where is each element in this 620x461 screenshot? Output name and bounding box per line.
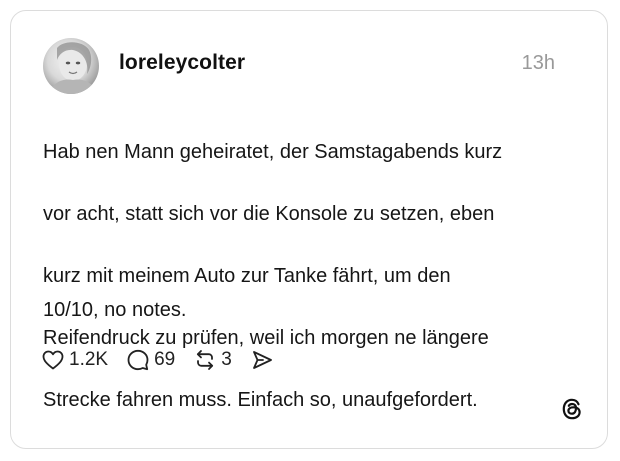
post-signoff: 10/10, no notes. [43,299,187,321]
post-text-line: Strecke fahren muss. Einfach so, unaufge… [43,389,478,411]
avatar-photo-icon [49,42,97,94]
repost-arrows-icon [197,350,214,370]
heart-icon [42,350,64,370]
username[interactable]: loreleycolter [119,51,245,75]
post-text-line: vor acht, statt sich vor die Konsole zu … [43,203,495,225]
like-button[interactable]: 1.2K [41,348,108,372]
action-bar: 1.2K 69 3 [41,345,292,375]
send-icon [252,351,272,369]
like-count: 1.2K [69,349,109,370]
post-text-line: kurz mit meinem Auto zur Tanke fährt, um… [43,265,451,287]
share-button[interactable] [250,348,274,372]
threads-logo-icon[interactable] [559,396,585,422]
post-timestamp: 13h [521,52,555,74]
post-text: Hab nen Mann geheiratet, der Samstagaben… [43,106,583,447]
repost-button[interactable]: 3 [193,348,232,372]
comment-button[interactable]: 69 [126,348,175,372]
post-text-line: Hab nen Mann geheiratet, der Samstagaben… [43,141,503,163]
threads-logo-icon [562,398,581,420]
avatar[interactable] [43,38,99,94]
post-card: loreleycolter 13h Hab nen Mann geheirate… [10,10,608,449]
repost-count: 3 [221,349,232,370]
speech-bubble-icon [127,349,149,371]
comment-count: 69 [154,349,176,370]
